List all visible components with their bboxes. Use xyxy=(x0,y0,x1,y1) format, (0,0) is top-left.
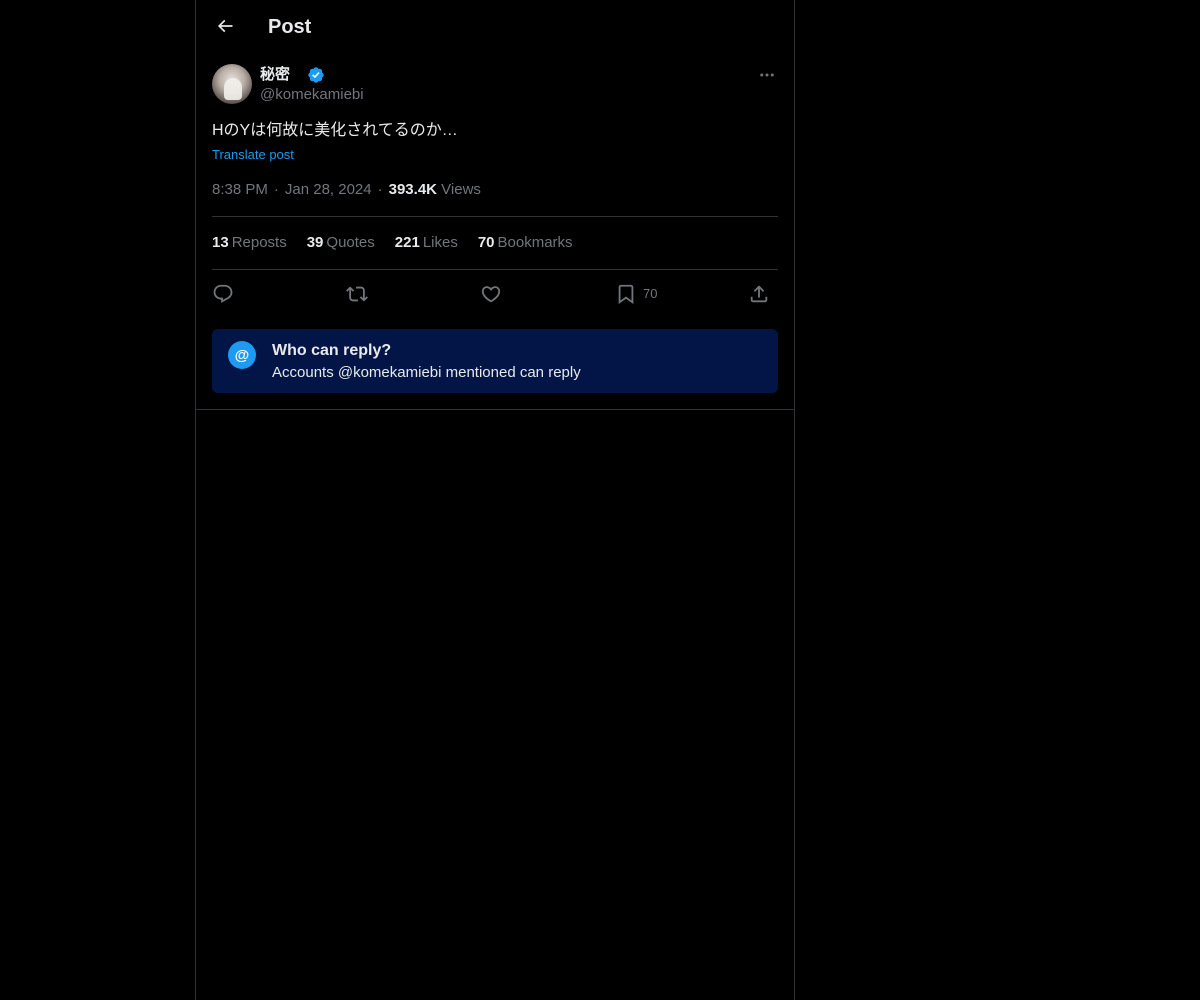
reply-icon xyxy=(213,284,233,303)
author-row: 秘密 @komekamiebi xyxy=(212,64,778,106)
reply-restriction-notice: @ Who can reply? Accounts @komekamiebi m… xyxy=(212,329,778,393)
engagement-stats: 13 Reposts 39 Quotes 221 Likes 70 Bookmarks xyxy=(212,233,573,253)
heart-icon xyxy=(481,286,501,303)
reposts-count: 13 xyxy=(212,234,229,251)
views-count: 393.4K xyxy=(388,181,437,198)
quotes-label: Quotes xyxy=(326,234,375,251)
quotes-count: 39 xyxy=(306,234,324,251)
post-meta: 8:38 PM · Jan 28, 2024 · 393.4K Views xyxy=(212,180,481,200)
divider xyxy=(212,269,778,270)
more-options-button[interactable] xyxy=(756,64,778,86)
bookmark-count: 70 xyxy=(643,286,658,301)
author-handle[interactable]: @komekamiebi xyxy=(260,85,364,105)
divider xyxy=(212,216,778,217)
likes-stat[interactable]: 221 Likes xyxy=(395,233,458,253)
bookmark-button[interactable]: 70 xyxy=(615,280,657,308)
post-text: HのYは何故に美化されてるのか… xyxy=(212,122,458,139)
bookmark-icon xyxy=(618,284,634,305)
section-divider xyxy=(196,409,794,410)
post-author-section: 秘密 @komekamiebi xyxy=(212,64,778,106)
page-title: Post xyxy=(268,16,312,38)
avatar-image xyxy=(224,78,242,100)
bookmarks-label: Bookmarks xyxy=(497,234,573,251)
arrow-left-icon xyxy=(217,19,233,33)
reply-restriction-title: Who can reply? xyxy=(272,342,392,359)
meta-separator: · xyxy=(273,181,279,198)
repost-button[interactable] xyxy=(346,280,368,308)
share-icon xyxy=(750,285,768,303)
reposts-label: Reposts xyxy=(231,234,287,251)
reply-button[interactable] xyxy=(212,280,234,308)
post-time[interactable]: 8:38 PM xyxy=(212,181,268,198)
post-detail-column: Post 秘密 @komekamiebi HのYは何故に美化されてるのか… Tr… xyxy=(195,0,795,1000)
reply-restriction-description: Accounts @komekamiebi mentioned can repl… xyxy=(272,364,581,381)
avatar[interactable] xyxy=(212,64,252,104)
back-button[interactable] xyxy=(208,9,242,43)
views-label: Views xyxy=(441,181,481,198)
meta-separator: · xyxy=(377,181,383,198)
share-button[interactable] xyxy=(748,280,770,308)
post-date[interactable]: Jan 28, 2024 xyxy=(285,181,372,198)
more-horizontal-icon xyxy=(760,73,774,77)
header: Post xyxy=(196,0,794,53)
quotes-stat[interactable]: 39 Quotes xyxy=(307,233,375,253)
at-glyph: @ xyxy=(234,346,250,364)
likes-label: Likes xyxy=(422,234,458,251)
translate-post-link[interactable]: Translate post xyxy=(212,146,294,164)
bookmarks-count: 70 xyxy=(477,234,495,251)
action-bar: 70 xyxy=(212,280,778,308)
verified-badge-icon xyxy=(308,67,324,83)
like-button[interactable] xyxy=(480,280,502,308)
bookmarks-stat[interactable]: 70 Bookmarks xyxy=(478,233,573,253)
repost-icon xyxy=(346,286,368,302)
likes-count: 221 xyxy=(394,234,420,251)
reposts-stat[interactable]: 13 Reposts xyxy=(212,233,287,253)
at-mention-icon: @ xyxy=(228,341,256,369)
author-display-name[interactable]: 秘密 xyxy=(260,65,290,85)
